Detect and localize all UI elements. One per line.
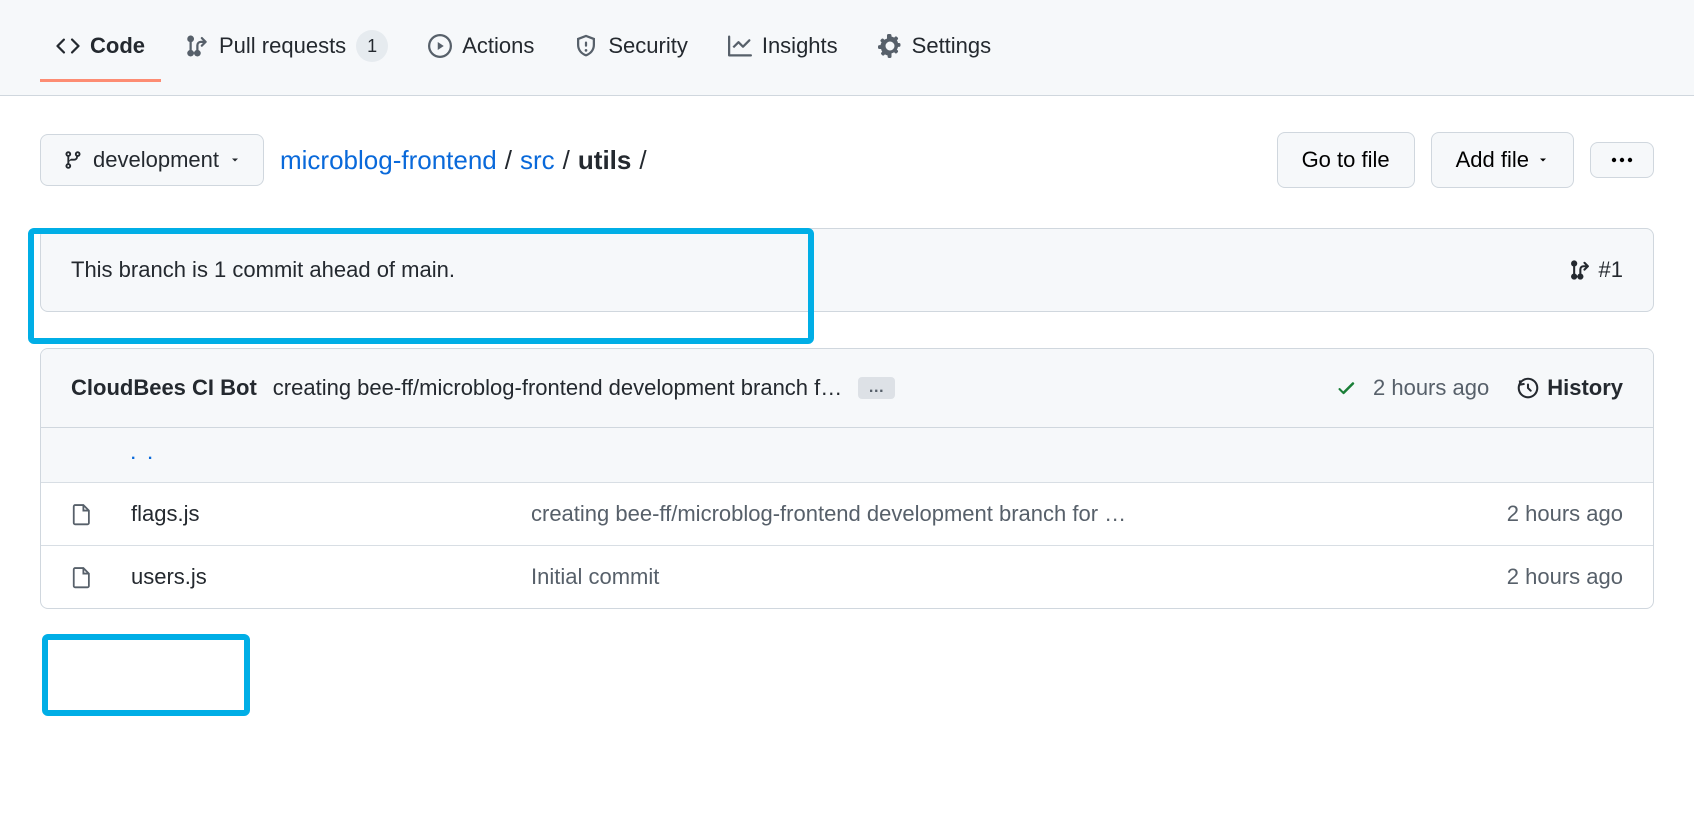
tab-pull-requests[interactable]: Pull requests 1 [169,10,404,85]
file-icon [71,501,131,527]
tab-security[interactable]: Security [558,13,703,82]
tab-actions[interactable]: Actions [412,13,550,82]
pr-count-badge: 1 [356,30,388,62]
branch-ahead-banner: This branch is 1 commit ahead of main. #… [40,228,1654,312]
branch-name: development [93,147,219,173]
file-name[interactable]: users.js [131,564,531,590]
parent-dir-row[interactable]: . . [41,428,1653,483]
graph-icon [728,34,752,58]
file-commit-msg[interactable]: Initial commit [531,564,1403,590]
tab-label: Security [608,33,687,59]
commit-author[interactable]: CloudBees CI Bot [71,375,257,401]
parent-dots: . . [131,446,1623,464]
tab-label: Code [90,33,145,59]
toolbar-row: development microblog-frontend / src / u… [40,132,1654,188]
file-row[interactable]: flags.js creating bee-ff/microblog-front… [41,483,1653,546]
check-icon[interactable] [1335,377,1357,399]
file-row[interactable]: users.js Initial commit 2 hours ago [41,546,1653,608]
history-link[interactable]: History [1517,375,1623,401]
content: development microblog-frontend / src / u… [0,96,1694,649]
breadcrumb-sep: / [505,145,512,176]
file-name[interactable]: flags.js [131,501,531,527]
tab-label: Settings [912,33,992,59]
kebab-icon [1611,157,1633,163]
history-label: History [1547,375,1623,401]
breadcrumb-trailing: / [639,145,646,176]
expand-commit-button[interactable]: … [858,377,895,399]
chevron-down-icon [1537,154,1549,166]
repo-nav: Code Pull requests 1 Actions Security In… [0,0,1694,96]
add-file-button[interactable]: Add file [1431,132,1574,188]
commit-message[interactable]: creating bee-ff/microblog-frontend devel… [273,375,842,401]
shield-icon [574,34,598,58]
annotation-highlight [42,634,250,716]
git-branch-icon [63,150,83,170]
files-panel: CloudBees CI Bot creating bee-ff/microbl… [40,348,1654,609]
gear-icon [878,34,902,58]
path-breadcrumbs: microblog-frontend / src / utils / [280,145,651,176]
branch-selector[interactable]: development [40,134,264,186]
chevron-down-icon [229,154,241,166]
history-icon [1517,377,1539,399]
tab-insights[interactable]: Insights [712,13,854,82]
compare-link[interactable]: #1 [1569,257,1623,283]
file-commit-msg[interactable]: creating bee-ff/microblog-frontend devel… [531,501,1403,527]
breadcrumb-current: utils [578,145,631,176]
add-file-label: Add file [1456,147,1529,173]
play-icon [428,34,452,58]
tab-code[interactable]: Code [40,13,161,82]
tab-label: Insights [762,33,838,59]
file-icon [71,564,131,590]
file-time: 2 hours ago [1403,501,1623,527]
file-time: 2 hours ago [1403,564,1623,590]
go-to-file-button[interactable]: Go to file [1277,132,1415,188]
breadcrumb-repo[interactable]: microblog-frontend [280,145,497,176]
git-pull-request-icon [1569,259,1591,281]
code-icon [56,34,80,58]
commit-time: 2 hours ago [1373,375,1489,401]
breadcrumb-src[interactable]: src [520,145,555,176]
tab-label: Pull requests [219,33,346,59]
breadcrumb-sep: / [563,145,570,176]
tab-label: Actions [462,33,534,59]
latest-commit-row: CloudBees CI Bot creating bee-ff/microbl… [41,349,1653,428]
tab-settings[interactable]: Settings [862,13,1008,82]
pr-number: #1 [1599,257,1623,283]
more-actions-button[interactable] [1590,142,1654,178]
ahead-text: This branch is 1 commit ahead of main. [71,257,455,283]
git-pull-request-icon [185,34,209,58]
